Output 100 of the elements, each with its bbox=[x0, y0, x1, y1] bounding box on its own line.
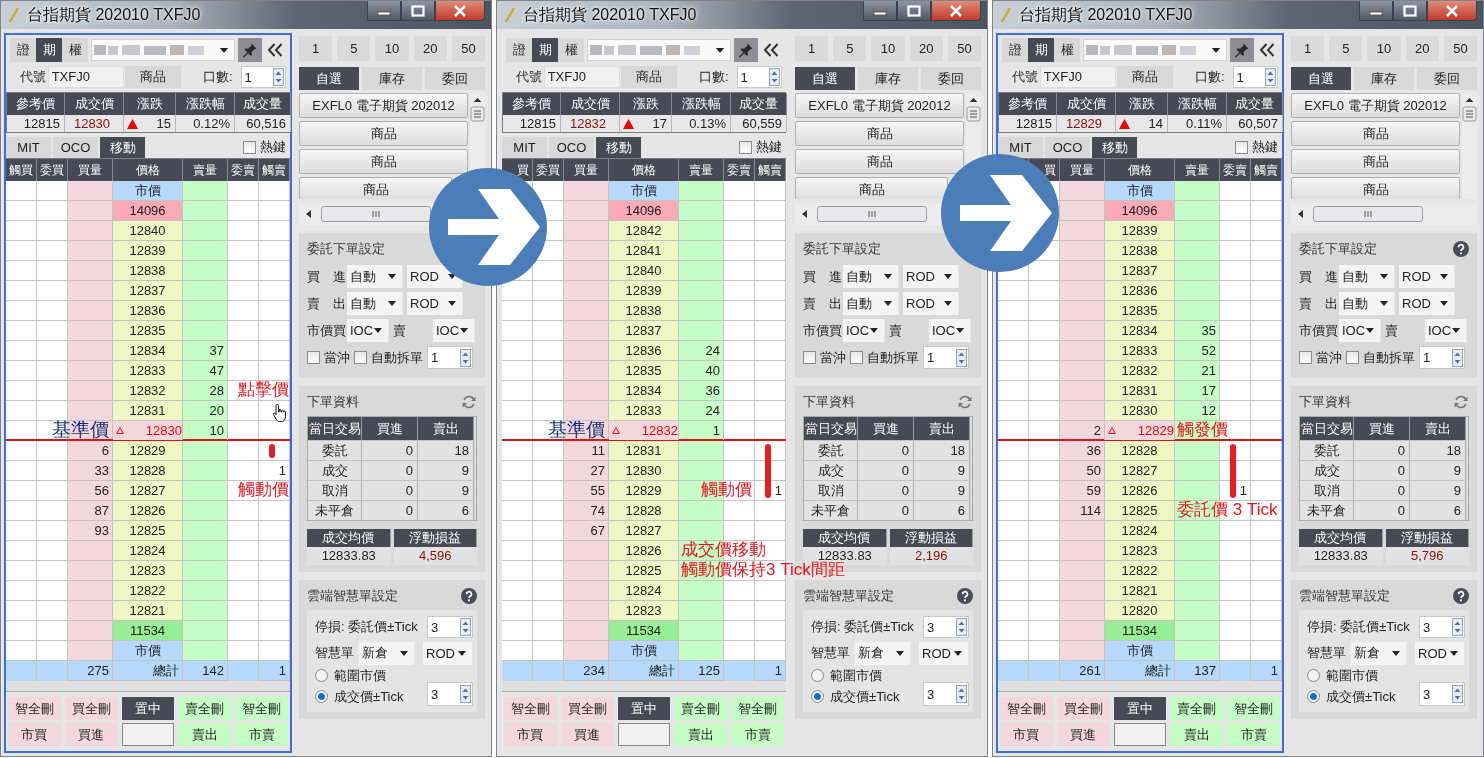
list-tab[interactable]: 委回 bbox=[921, 67, 981, 90]
list-tab[interactable]: 自選 bbox=[299, 67, 359, 90]
scrollbar-thumb-icon[interactable] bbox=[817, 206, 927, 222]
spin-arrows-icon[interactable] bbox=[1265, 68, 1276, 86]
code-field[interactable]: TXFJ0 bbox=[1039, 66, 1116, 88]
number-spinner[interactable]: 1 bbox=[736, 66, 782, 88]
checkbox[interactable] bbox=[307, 351, 320, 364]
number-spinner[interactable]: 1 bbox=[1232, 66, 1278, 88]
dropdown[interactable]: 自動 bbox=[347, 265, 403, 288]
order-button[interactable]: 買進 bbox=[64, 723, 118, 746]
dropdown[interactable]: IOC bbox=[929, 319, 971, 342]
dropdown[interactable]: IOC bbox=[843, 319, 885, 342]
scroll-left-icon[interactable] bbox=[801, 209, 809, 219]
list-tab[interactable]: 自選 bbox=[795, 67, 855, 90]
help-icon[interactable] bbox=[461, 588, 477, 604]
number-spinner[interactable]: 1 bbox=[427, 346, 473, 369]
scrollbar-thumb-icon[interactable] bbox=[321, 206, 431, 222]
list-tab[interactable]: 庫存 bbox=[858, 67, 918, 90]
dropdown[interactable]: ROD bbox=[1415, 641, 1465, 665]
mode-tab[interactable]: MIT bbox=[998, 136, 1043, 158]
dropdown[interactable]: ROD bbox=[903, 292, 959, 315]
tick-button[interactable]: 10 bbox=[375, 36, 409, 61]
number-spinner[interactable]: 3 bbox=[923, 682, 969, 706]
mode-tab[interactable]: 移動 bbox=[100, 136, 145, 158]
order-button[interactable]: 市賣 bbox=[235, 723, 288, 746]
tick-button[interactable]: 50 bbox=[1443, 36, 1477, 61]
collapse-icon[interactable] bbox=[266, 42, 284, 58]
input-field[interactable] bbox=[121, 723, 175, 746]
dropdown[interactable]: 新倉 bbox=[855, 641, 911, 665]
number-spinner[interactable]: 3 bbox=[923, 616, 969, 638]
minimize-button[interactable] bbox=[1359, 1, 1393, 21]
order-button[interactable]: 智全刪 bbox=[731, 697, 784, 720]
watchlist-item[interactable]: 商品 bbox=[1291, 177, 1460, 199]
dropdown[interactable]: 自動 bbox=[1339, 292, 1395, 315]
product-button[interactable]: 商品 bbox=[1116, 66, 1173, 88]
list-tab[interactable]: 庫存 bbox=[362, 67, 422, 90]
tick-button[interactable]: 20 bbox=[413, 36, 447, 61]
radio-button[interactable] bbox=[811, 690, 824, 703]
code-field[interactable]: TXFJ0 bbox=[543, 66, 620, 88]
spin-arrows-icon[interactable] bbox=[1452, 685, 1463, 703]
dropdown[interactable]: ROD bbox=[407, 292, 463, 315]
dropdown[interactable]: IOC bbox=[347, 319, 389, 342]
scrollbar-thumb-icon[interactable] bbox=[1313, 206, 1423, 222]
tick-button[interactable]: 50 bbox=[947, 36, 981, 61]
spin-arrows-icon[interactable] bbox=[460, 348, 471, 367]
watchlist-item[interactable]: 商品 bbox=[299, 121, 468, 146]
collapse-icon[interactable] bbox=[762, 42, 780, 58]
maximize-button[interactable] bbox=[1393, 1, 1427, 21]
tick-button[interactable]: 5 bbox=[833, 36, 867, 61]
order-button[interactable]: 置中 bbox=[617, 697, 671, 720]
number-spinner[interactable]: 3 bbox=[427, 616, 473, 638]
checkbox[interactable] bbox=[1299, 351, 1312, 364]
dropdown[interactable]: 自動 bbox=[1339, 265, 1395, 288]
list-tab[interactable]: 委回 bbox=[425, 67, 485, 90]
market-tab[interactable]: 證 bbox=[10, 38, 36, 62]
mode-tab[interactable]: OCO bbox=[53, 136, 98, 158]
dropdown[interactable]: ROD bbox=[919, 641, 969, 665]
market-tab[interactable]: 權 bbox=[62, 38, 88, 62]
order-button[interactable]: 置中 bbox=[1113, 697, 1167, 720]
watchlist-item[interactable]: 商品 bbox=[795, 177, 948, 199]
order-button[interactable]: 買全刪 bbox=[1056, 697, 1110, 720]
spin-arrows-icon[interactable] bbox=[769, 68, 780, 86]
watchlist-item[interactable]: 商品 bbox=[1291, 149, 1460, 174]
product-button[interactable]: 商品 bbox=[124, 66, 181, 88]
order-button[interactable]: 買全刪 bbox=[560, 697, 614, 720]
minimize-button[interactable] bbox=[367, 1, 401, 21]
collapse-icon[interactable] bbox=[1258, 42, 1276, 58]
order-button[interactable]: 賣出 bbox=[674, 723, 728, 746]
dropdown[interactable]: IOC bbox=[1425, 319, 1467, 342]
dropdown[interactable]: ROD bbox=[1399, 292, 1455, 315]
close-button[interactable] bbox=[931, 1, 981, 21]
watchlist-item[interactable]: 商品 bbox=[795, 121, 964, 146]
tick-button[interactable]: 5 bbox=[1329, 36, 1363, 61]
tick-button[interactable]: 20 bbox=[1405, 36, 1439, 61]
number-spinner[interactable]: 3 bbox=[1419, 682, 1465, 706]
dropdown[interactable]: 新倉 bbox=[1351, 641, 1407, 665]
help-icon[interactable] bbox=[957, 588, 973, 604]
minimize-button[interactable] bbox=[863, 1, 897, 21]
order-button[interactable]: 賣全刪 bbox=[178, 697, 232, 720]
order-button[interactable]: 智全刪 bbox=[235, 697, 288, 720]
order-button[interactable]: 賣出 bbox=[1170, 723, 1224, 746]
order-button[interactable]: 買進 bbox=[1056, 723, 1110, 746]
spin-arrows-icon[interactable] bbox=[1452, 348, 1463, 367]
order-button[interactable]: 市賣 bbox=[731, 723, 784, 746]
dropdown[interactable]: ROD bbox=[423, 641, 473, 665]
checkbox[interactable] bbox=[850, 351, 863, 364]
spin-arrows-icon[interactable] bbox=[956, 348, 967, 367]
order-button[interactable]: 買全刪 bbox=[64, 697, 118, 720]
dropdown[interactable]: 新倉 bbox=[359, 641, 415, 665]
spin-arrows-icon[interactable] bbox=[956, 618, 967, 636]
spin-arrows-icon[interactable] bbox=[460, 685, 471, 703]
refresh-icon[interactable] bbox=[957, 394, 973, 410]
spin-arrows-icon[interactable] bbox=[956, 685, 967, 703]
list-tab[interactable]: 委回 bbox=[1417, 67, 1477, 90]
list-tab[interactable]: 庫存 bbox=[1354, 67, 1414, 90]
mode-tab[interactable]: OCO bbox=[549, 136, 594, 158]
dropdown[interactable]: IOC bbox=[433, 319, 475, 342]
mode-tab[interactable]: MIT bbox=[502, 136, 547, 158]
pin-button[interactable] bbox=[734, 38, 758, 62]
radio-button[interactable] bbox=[1307, 690, 1320, 703]
